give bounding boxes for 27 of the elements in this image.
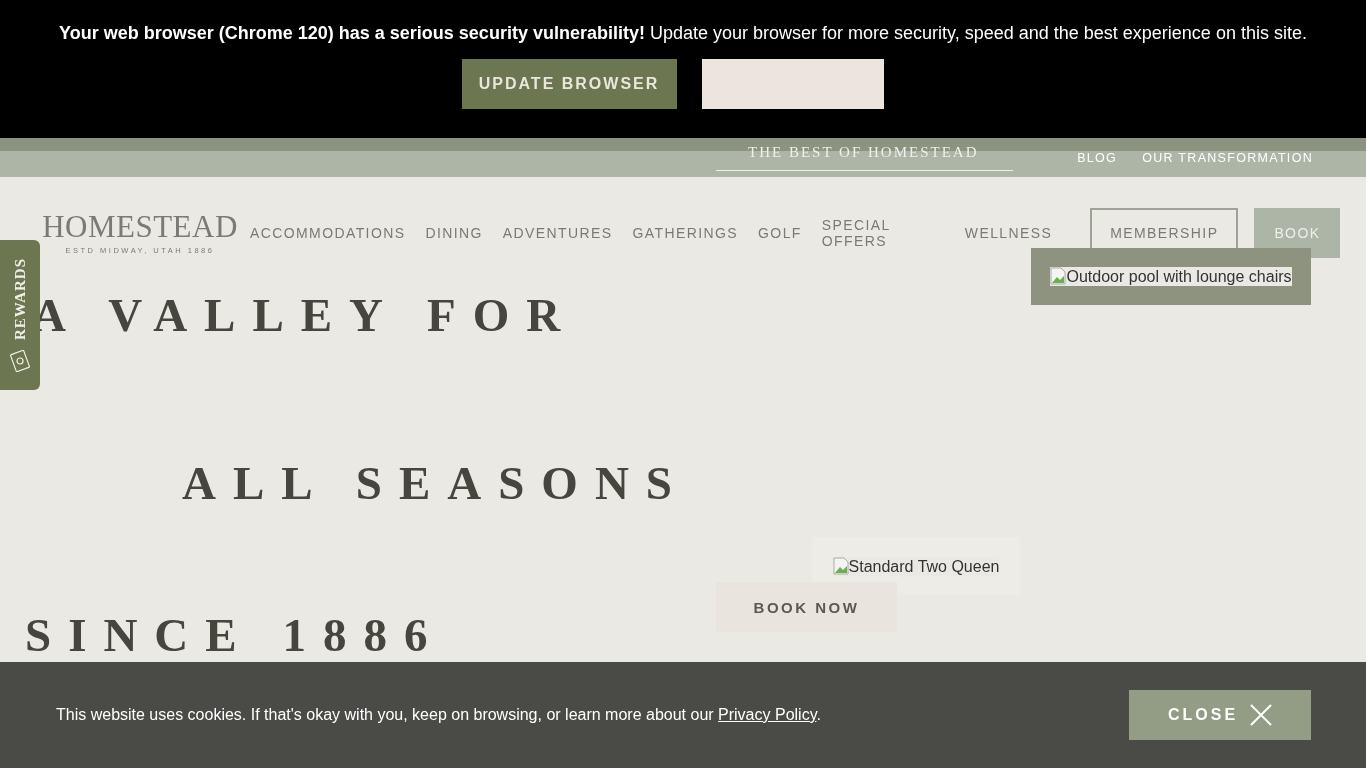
logo-wordmark[interactable]: HOMESTEAD [42,211,238,242]
top-link[interactable]: BLOG [1077,151,1118,165]
nav-link[interactable]: GATHERINGS [632,225,739,241]
hero-heading: ALL SEASONS [182,457,689,509]
update-browser-button[interactable]: UPDATE BROWSER [461,59,677,109]
nav-link[interactable]: ADVENTURES [502,225,613,241]
nav-link[interactable]: DINING [425,225,483,241]
top-link[interactable]: OUR TRANSFORMATION [1142,151,1313,165]
close-button[interactable]: CLOSE [1129,690,1311,740]
cookie-notice: This website uses cookies. If that's okay with you, keep on browsing, or learn more about our Privacy Policy. [56,706,821,724]
tagline[interactable]: THE BEST OF HOMESTEAD [748,144,979,170]
nav-link[interactable]: GOLF [758,225,802,241]
nav-link[interactable]: ACCOMMODATIONS [250,225,406,241]
warning-message: Your web browser (Chrome 120) has a serious security vulnerability! Update your browser for more security, speed and the best experience on this site. [59,23,1307,44]
privacy-policy-link[interactable]: Privacy Policy [718,706,817,723]
book-now-button[interactable]: BOOK NOW [716,582,897,632]
hero-heading: SINCE 1886 [25,609,445,661]
image-alt-text: Standard Two Queen [832,556,1000,576]
nav-link[interactable]: WELLNESS [964,225,1053,241]
close-icon [1250,704,1273,726]
cash-icon [10,350,30,372]
broken-image-icon [1050,267,1067,285]
broken-image-icon [832,556,849,575]
rewards-tab[interactable]: REWARDS [0,240,40,390]
nav-link[interactable]: SPECIAL OFFERS [821,217,902,249]
blank-button[interactable] [701,59,884,109]
image-alt-text: Outdoor pool with lounge chairs [1050,267,1292,286]
